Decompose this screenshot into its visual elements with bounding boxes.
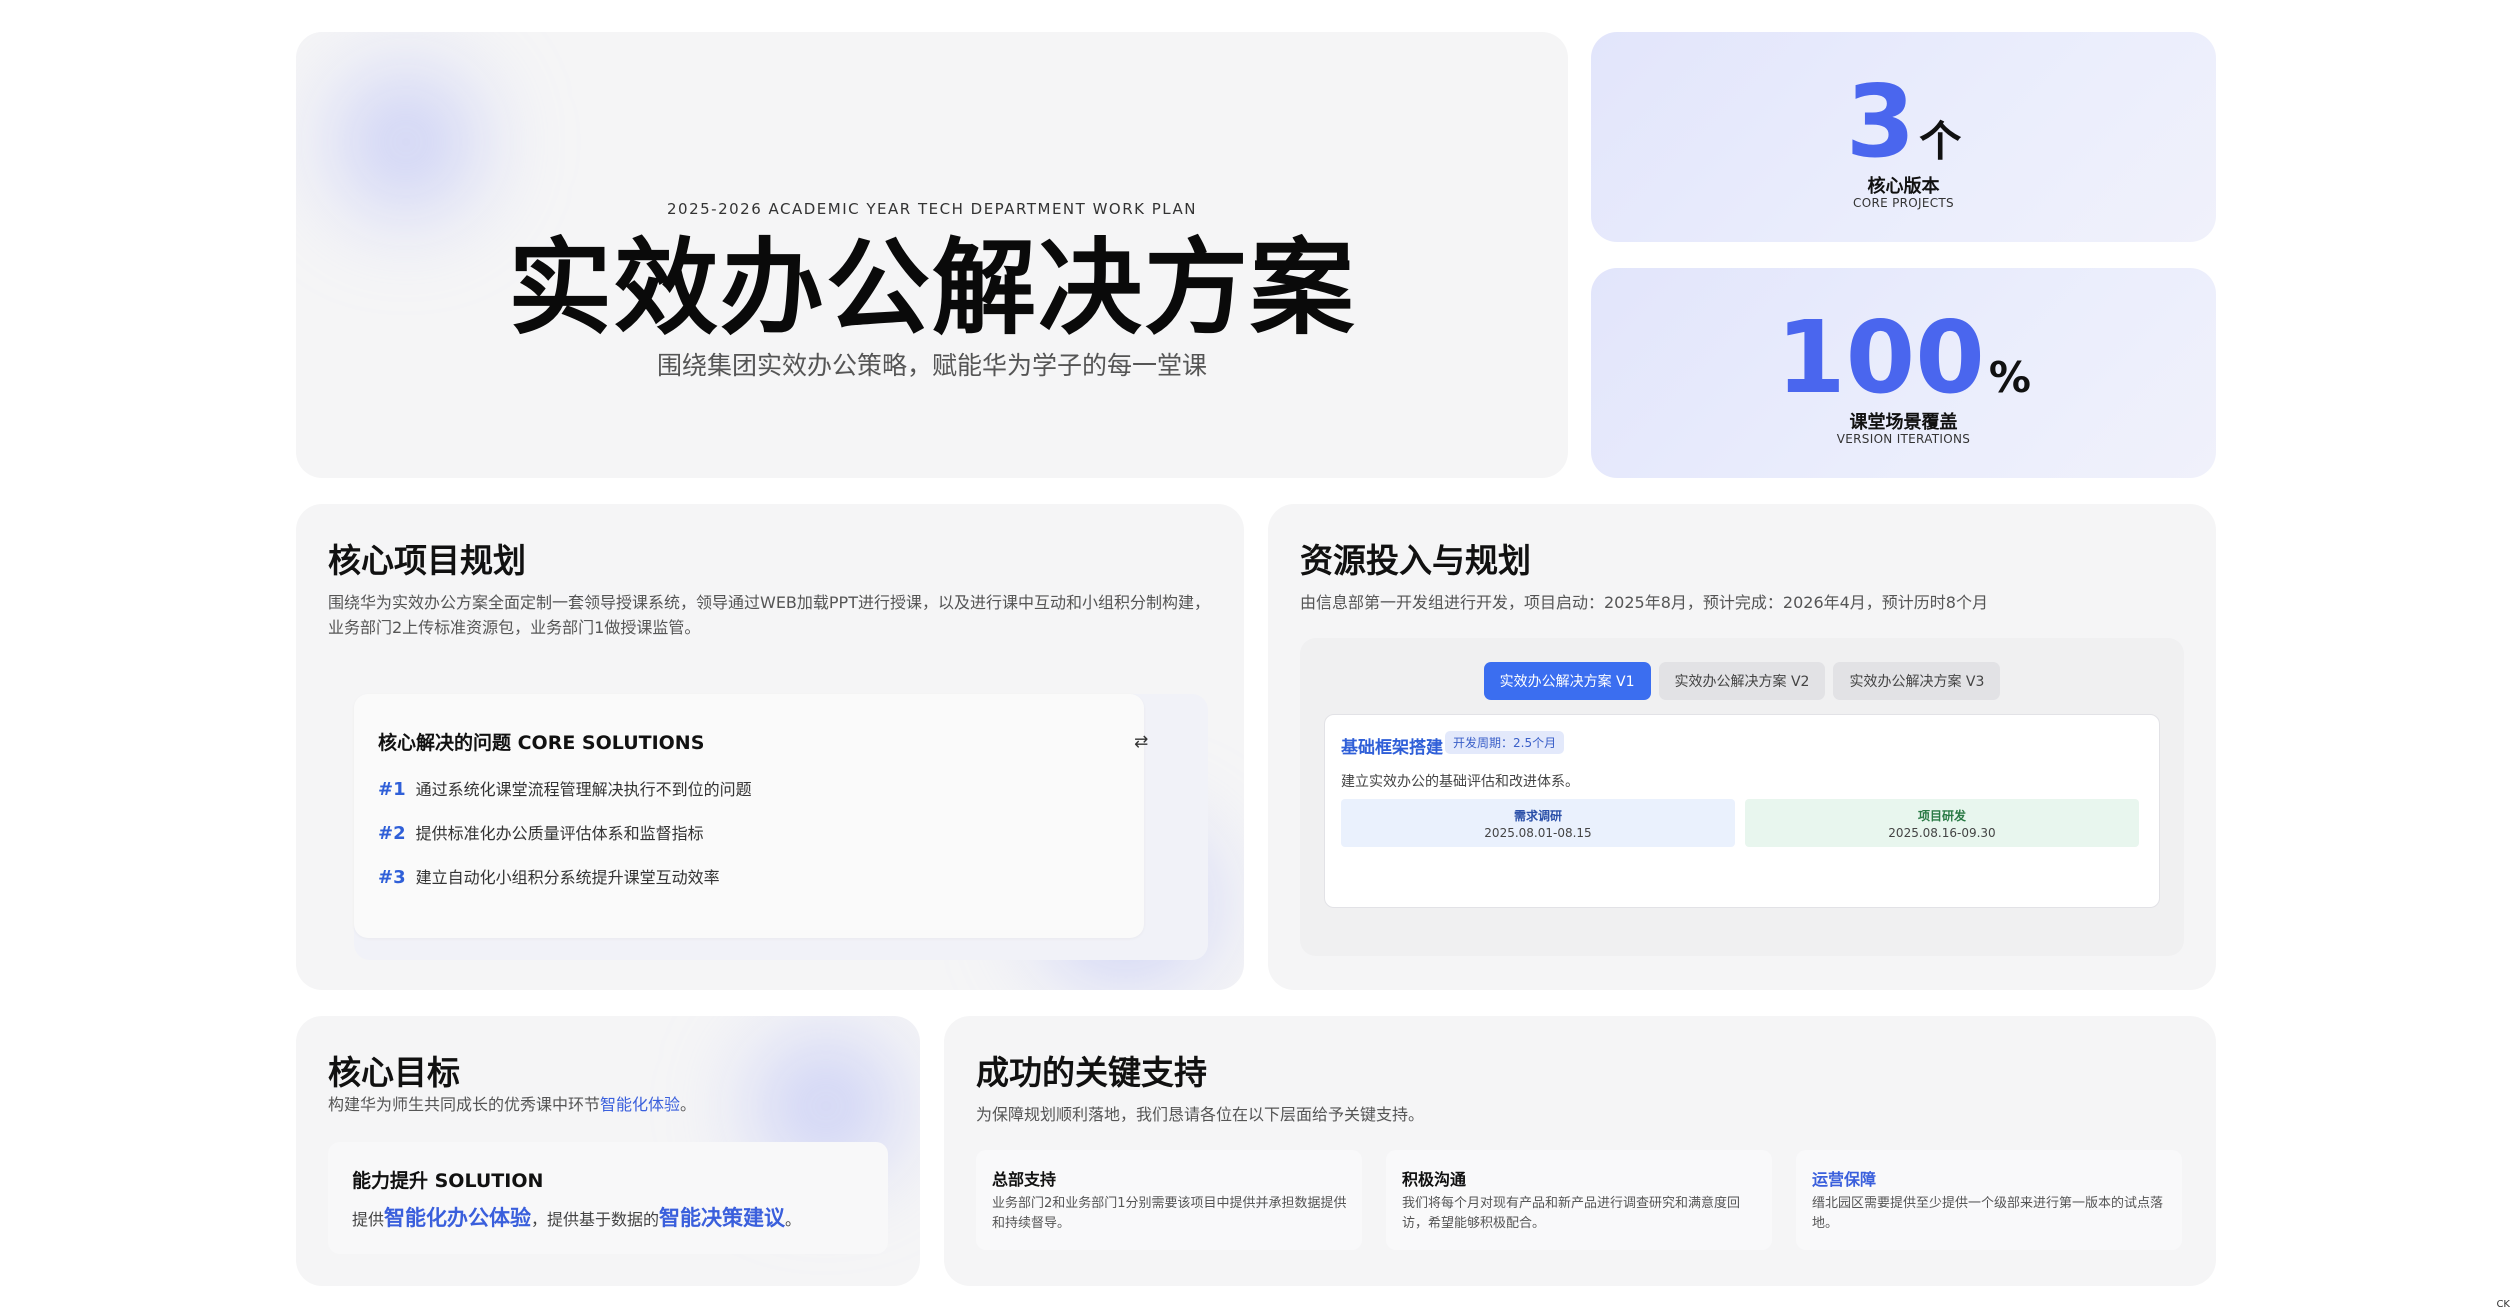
stat-card-core-projects: 3个 核心版本 CORE PROJECTS — [1591, 32, 2216, 242]
support-item: 总部支持 业务部门2和业务部门1分别需要该项目中提供并承担数据提供和持续督导。 — [976, 1150, 1362, 1250]
stat-number: 3 — [1845, 63, 1916, 180]
solution-item: #2 提供标准化办公质量评估体系和监督指标 — [378, 823, 704, 844]
stat-sub: VERSION ITERATIONS — [1836, 432, 1971, 446]
hero-title: 实效办公解决方案 — [507, 227, 1356, 349]
section-title: 核心项目规划 — [328, 541, 526, 580]
resources-card: 资源投入与规划 由信息部第一开发组进行开发，项目启动：2025年8月，预计完成：… — [1268, 504, 2216, 990]
phase-step: 需求调研 2025.08.01-08.15 — [1341, 799, 1735, 847]
version-tabs: 实效办公解决方案 V1 实效办公解决方案 V2 实效办公解决方案 V3 — [1268, 662, 2216, 700]
core-goal-card: 核心目标 构建华为师生共同成长的优秀课中环节智能化体验。 能力提升 SOLUTI… — [296, 1016, 920, 1286]
section-title: 核心目标 — [328, 1053, 460, 1092]
tab-v2[interactable]: 实效办公解决方案 V2 — [1658, 662, 1826, 700]
solutions-panel: 核心解决的问题 CORE SOLUTIONS ⇄ #1 通过系统化课堂流程管理解决… — [354, 694, 1148, 938]
section-title: 成功的关键支持 — [976, 1053, 1207, 1092]
stat-sub: CORE PROJECTS — [1853, 196, 1954, 210]
section-desc: 围绕华为实效办公方案全面定制一套领导授课系统，领导通过WEB加载PPT进行授课，… — [328, 593, 1210, 637]
hero-subtitle: 围绕集团实效办公策略，赋能华为学子的每一堂课 — [656, 351, 1207, 380]
stat-unit: % — [1988, 353, 2031, 402]
core-project-card: 核心项目规划 围绕华为实效办公方案全面定制一套领导授课系统，领导通过WEB加载P… — [296, 504, 1244, 990]
stat-label: 核心版本 — [1867, 176, 1940, 197]
goal-box-title: 能力提升 SOLUTION — [352, 1170, 544, 1192]
phase-title: 基础框架搭建 — [1341, 738, 1443, 758]
section-desc: 为保障规划顺利落地，我们恳请各位在以下层面给予关键支持。 — [976, 1105, 1425, 1124]
tab-v1[interactable]: 实效办公解决方案 V1 — [1483, 662, 1651, 700]
goal-box: 能力提升 SOLUTION 提供智能化办公体验，提供基于数据的智能决策建议。 — [328, 1142, 888, 1254]
solution-item: #1 通过系统化课堂流程管理解决执行不到位的问题 — [378, 779, 752, 800]
phase-card: 基础框架搭建 开发周期：2.5个月 建立实效办公的基础评估和改进体系。 需求调研… — [1324, 714, 2160, 908]
hero-eyebrow: 2025-2026 ACADEMIC YEAR TECH DEPARTMENT … — [667, 200, 1197, 218]
solution-item: #3 建立自动化小组积分系统提升课堂互动效率 — [378, 867, 720, 888]
swap-icon[interactable]: ⇄ — [1134, 732, 1148, 752]
phase-badge: 开发周期：2.5个月 — [1445, 731, 1565, 754]
section-desc: 由信息部第一开发组进行开发，项目启动：2025年8月，预计完成：2026年4月，… — [1300, 593, 1988, 612]
support-item: 运营保障 缙北园区需要提供至少提供一个级部来进行第一版本的试点落地。 — [1796, 1150, 2182, 1250]
stat-label: 课堂场景覆盖 — [1849, 412, 1958, 433]
phase-step: 项目研发 2025.08.16-09.30 — [1745, 799, 2139, 847]
section-desc: 构建华为师生共同成长的优秀课中环节智能化体验。 — [328, 1095, 697, 1114]
support-item: 积极沟通 我们将每个月对现有产品和新产品进行调查研究和满意度回访，希望能够积极配… — [1386, 1150, 1772, 1250]
stat-number: 100 — [1776, 299, 1985, 416]
tab-v3[interactable]: 实效办公解决方案 V3 — [1833, 662, 2001, 700]
key-support-card: 成功的关键支持 为保障规划顺利落地，我们恳请各位在以下层面给予关键支持。 总部支… — [944, 1016, 2216, 1286]
solutions-title: 核心解决的问题 CORE SOLUTIONS — [378, 732, 705, 754]
stat-card-coverage: 100% 课堂场景覆盖 VERSION ITERATIONS — [1591, 268, 2216, 478]
hero-card: 2025-2026 ACADEMIC YEAR TECH DEPARTMENT … — [296, 32, 1568, 478]
stat-unit: 个 — [1919, 117, 1962, 166]
corner-label: CK — [2496, 1299, 2510, 1310]
goal-box-text: 提供智能化办公体验，提供基于数据的智能决策建议。 — [352, 1206, 802, 1230]
section-title: 资源投入与规划 — [1300, 541, 1531, 580]
phase-desc: 建立实效办公的基础评估和改进体系。 — [1341, 774, 1579, 790]
